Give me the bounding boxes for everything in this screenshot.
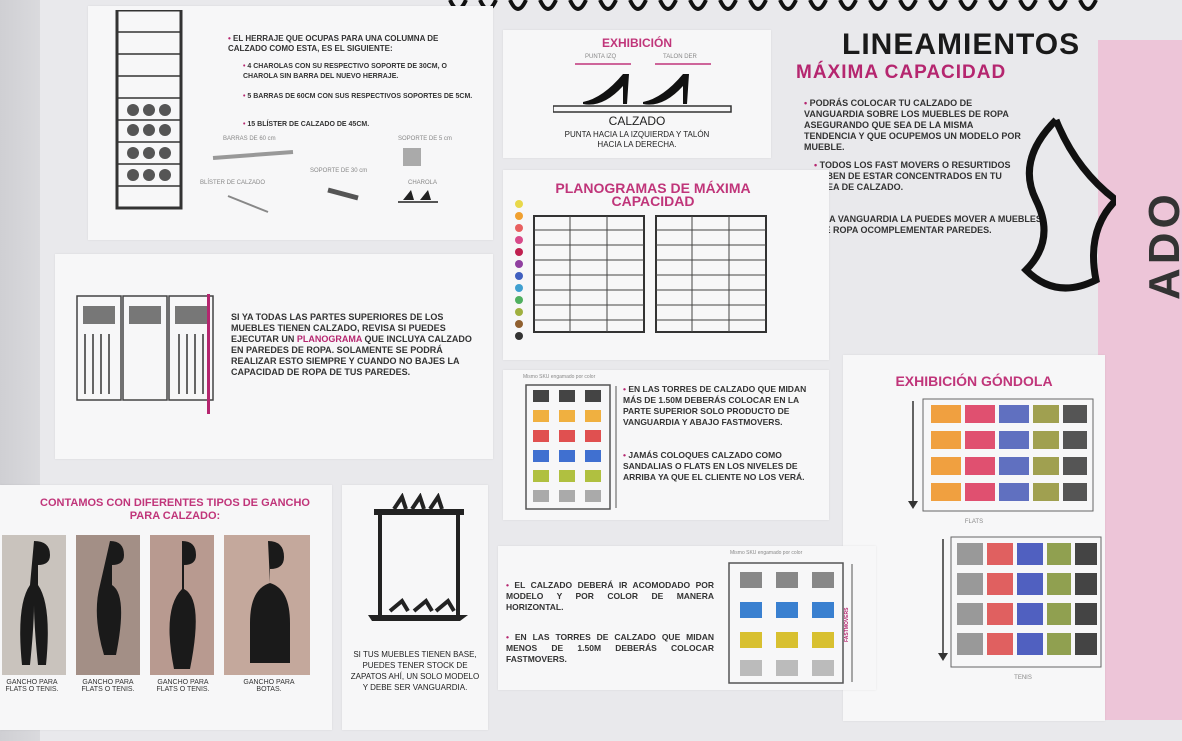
hook-photo-2 (76, 535, 140, 675)
hook-tenis-icon (169, 541, 196, 669)
hook-flats-icon-2 (96, 541, 124, 655)
lineamientos-panel: LINEAMIENTOS MÁXIMA CAPACIDAD PODRÁS COL… (786, 20, 1116, 340)
pink-divider (207, 294, 210, 414)
sku-label-top: Mismo SKU engamado por color (523, 374, 596, 380)
hook-botas-icon (250, 541, 290, 663)
ganchos-title: CONTAMOS CON DIFERENTES TIPOS DE GANCHO … (40, 497, 310, 522)
lineamientos-title: LINEAMIENTOS (842, 28, 1081, 61)
torres-altas-panel: Mismo SKU engamado por color EN LAS TORR… (503, 370, 829, 520)
muebles-panel: SI YA TODAS LAS PARTES SUPERIORES DE LOS… (55, 254, 493, 459)
hook-label-2: GANCHO PARA FLATS O TENIS. (81, 679, 135, 693)
gondola-flats-rack (908, 398, 1094, 512)
herraje-item-3: 15 BLÍSTER DE CALZADO DE 45CM. (243, 120, 478, 130)
torres-altas-item-2: JAMÁS COLOQUES CALZADO COMO SANDALIAS O … (623, 450, 823, 483)
ganchos-panel: CONTAMOS CON DIFERENTES TIPOS DE GANCHO … (0, 485, 332, 730)
spiral-binding (448, 0, 1098, 11)
hook-flats-icon (20, 541, 50, 665)
herraje-item-1: 4 CHAROLAS CON SU RESPECTIVO SOPORTE DE … (243, 62, 478, 82)
clothing-wall-illustration (76, 295, 214, 401)
planogram-wall-right (655, 215, 767, 333)
planogramas-panel: PLANOGRAMAS DE MÁXIMA CAPACIDAD (503, 170, 829, 360)
herraje-panel: EL HERRAJE QUE OCUPAS PARA UNA COLUMNA D… (88, 6, 493, 240)
shoe-grid-tall (525, 384, 617, 510)
hook-photo-1 (2, 535, 66, 675)
herraje-intro: EL HERRAJE QUE OCUPAS PARA UNA COLUMNA D… (228, 34, 478, 54)
hardware-parts-icons (212, 148, 438, 213)
lineamientos-subtitle: MÁXIMA CAPACIDAD (796, 62, 1007, 83)
flats-label: FLATS (964, 519, 984, 525)
hook-label-4: GANCHO PARA BOTAS. (243, 679, 295, 693)
gondola-title: EXHIBICIÓN GÓNDOLA (895, 373, 1053, 389)
lineamiento-1: PODRÁS COLOCAR TU CALZADO DE VANGUARDIA … (804, 98, 1024, 153)
shoe-tower-illustration (115, 10, 183, 210)
exhibicion-desc: PUNTA HACIA LA IZQUIERDA Y TALÓN HACIA L… (564, 130, 710, 149)
herraje-item-2: 5 BARRAS DE 60CM CON SUS RESPECTIVOS SOP… (243, 92, 478, 102)
torres-altas-item-1: EN LAS TORRES DE CALZADO QUE MIDAN MÁS D… (623, 384, 823, 428)
lineamiento-3: LA VANGUARDIA LA PUEDES MOVER A MUEBLES … (818, 214, 1048, 236)
exhibicion-panel: EXHIBICIÓN PUNTA IZQ TALON DER CALZADO P… (503, 30, 771, 158)
planogramas-title: PLANOGRAMAS DE MÁXIMA CAPACIDAD (555, 180, 751, 209)
exhibicion-title: EXHIBICIÓN (601, 36, 672, 50)
hook-label-3: GANCHO PARA FLATS O TENIS. (156, 679, 210, 693)
gondola-panel: EXHIBICIÓN GÓNDOLA FLATS TENIS (843, 355, 1105, 721)
hook-label-1: GANCHO PARA FLATS O TENIS. (5, 679, 59, 693)
hook-photo-3 (150, 535, 214, 675)
label-soporte5: SOPORTE DE 5 cm (398, 136, 452, 142)
muebles-text: SI YA TODAS LAS PARTES SUPERIORES DE LOS… (231, 312, 476, 378)
calzado-label: CALZADO (608, 114, 666, 128)
label-barras: BARRAS DE 60 cm (223, 136, 276, 142)
base-text: SI TUS MUEBLES TIENEN BASE, PUEDES TENER… (350, 650, 480, 692)
color-swatch-column (515, 200, 523, 340)
heels-illustration (553, 63, 732, 113)
sku-label-bottom: Mismo SKU engamado por color (730, 550, 803, 556)
hook-photo-4 (224, 535, 310, 675)
tenis-label: TENIS (1014, 675, 1032, 681)
lineamiento-2: TODOS LOS FAST MOVERS O RESURTIDOS DEBEN… (814, 160, 1024, 193)
fastmovers-vertical-label: FASTMOVERS (844, 607, 850, 642)
gondola-tenis-rack (938, 536, 1102, 668)
torres-bajas-item-1: EL CALZADO DEBERÁ IR ACOMODADO POR MODEL… (506, 580, 714, 613)
torres-bajas-panel: EL CALZADO DEBERÁ IR ACOMODADO POR MODEL… (498, 546, 876, 690)
torres-bajas-item-2: EN LAS TORRES DE CALZADO QUE MIDAN MENOS… (506, 632, 714, 665)
shoe-base-stand-illustration (368, 493, 468, 621)
planograma-highlight: PLANOGRAMA (296, 334, 363, 344)
base-panel: SI TUS MUEBLES TIENEN BASE, PUEDES TENER… (342, 485, 488, 730)
boot-outline-icon (1021, 117, 1116, 292)
side-vertical-text: ADO (1140, 190, 1182, 300)
planogram-wall-left (533, 215, 645, 333)
